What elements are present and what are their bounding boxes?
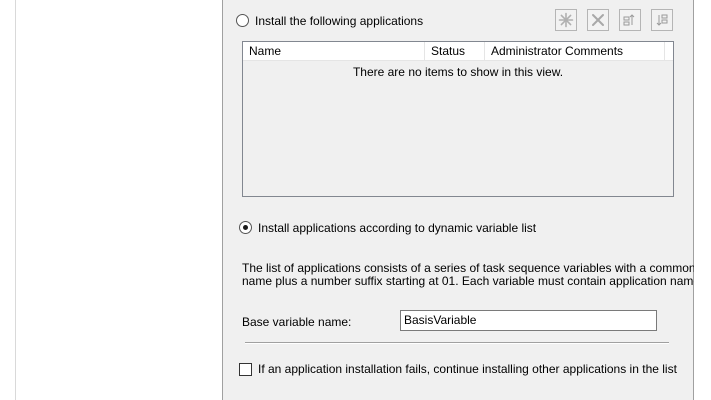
applications-list[interactable]: Name Status Administrator Comments There… <box>242 41 674 197</box>
properties-panel: Install the following applications Name … <box>230 0 711 400</box>
description-line-2: name plus a number suffix starting at 01… <box>242 274 704 288</box>
list-header: Name Status Administrator Comments <box>243 42 673 61</box>
empty-list-message: There are no items to show in this view. <box>352 65 564 79</box>
base-variable-label: Base variable name: <box>242 315 352 329</box>
move-down-icon <box>656 14 668 26</box>
task-sequence-tree[interactable] <box>15 0 223 400</box>
new-icon <box>558 12 574 28</box>
column-header-status[interactable]: Status <box>425 42 485 60</box>
install-dynamic-label: Install applications according to dynami… <box>258 221 537 235</box>
window-edge <box>694 0 711 400</box>
column-header-comments[interactable]: Administrator Comments <box>485 42 665 60</box>
base-variable-input[interactable]: BasisVariable <box>400 310 657 331</box>
continue-on-error-checkbox[interactable] <box>239 363 252 376</box>
continue-on-error-label: If an application installation fails, co… <box>258 362 677 376</box>
delete-app-button[interactable] <box>587 9 609 31</box>
radio-selected-dot <box>243 225 248 230</box>
new-app-button[interactable] <box>555 9 577 31</box>
install-following-label: Install the following applications <box>255 14 424 28</box>
install-following-radio[interactable] <box>236 14 249 27</box>
navigation-pane <box>0 0 223 400</box>
move-up-icon <box>623 14 635 26</box>
delete-icon <box>592 14 604 26</box>
install-dynamic-radio[interactable] <box>239 221 252 234</box>
description-line-1: The list of applications consists of a s… <box>242 261 711 275</box>
move-up-button[interactable] <box>619 9 641 31</box>
separator-line <box>245 342 669 344</box>
move-down-button[interactable] <box>651 9 673 31</box>
column-header-name[interactable]: Name <box>243 42 425 60</box>
